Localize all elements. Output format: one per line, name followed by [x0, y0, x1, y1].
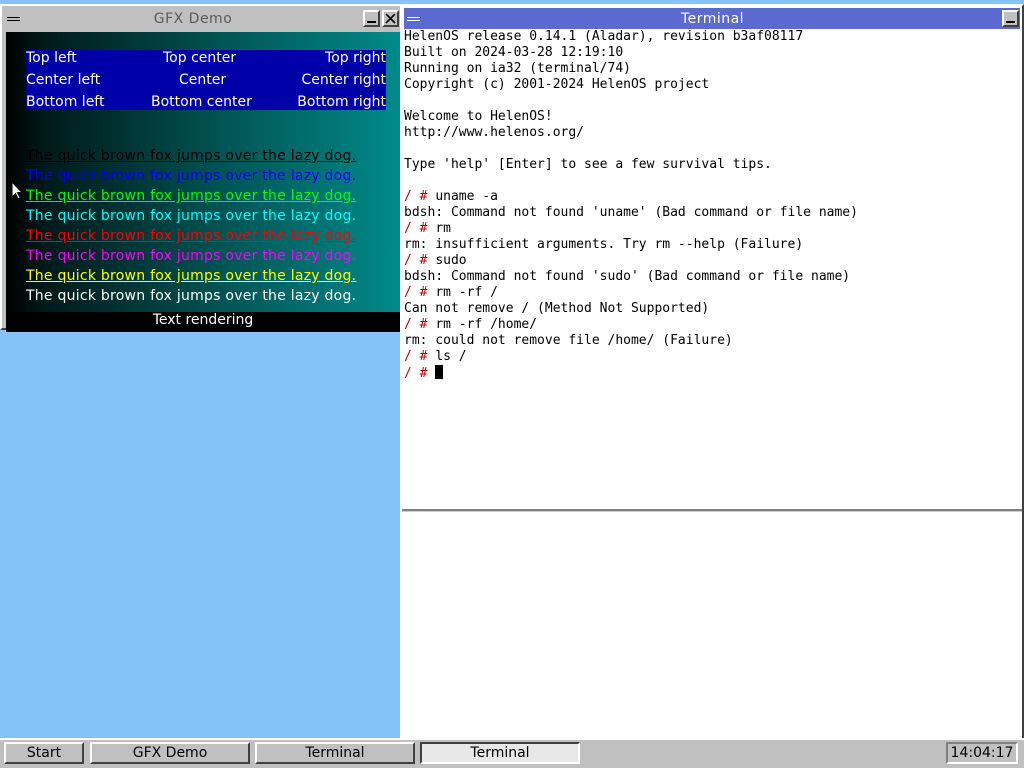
text-bottom-right: Bottom right	[297, 94, 386, 110]
output-text: rm: could not remove file /home/ (Failur…	[404, 333, 733, 348]
shell-prompt: / #	[404, 349, 436, 364]
text-center-left: Center left	[26, 72, 101, 88]
terminal-line: / # sudo	[404, 253, 1020, 269]
text-cursor	[435, 365, 444, 379]
output-text: Welcome to HelenOS!	[404, 109, 553, 124]
minimize-icon	[1006, 20, 1015, 23]
terminal-window[interactable]: Terminal HelenOS release 0.14.1 (Aladar)…	[400, 4, 1024, 740]
sample-text-line: The quick brown fox jumps over the lazy …	[26, 148, 357, 164]
command-text: rm -rf /home/	[435, 317, 538, 332]
gfx-canvas: Top left Top center Top right Center lef…	[6, 32, 400, 332]
terminal-line: Can not remove / (Method Not Supported)	[404, 301, 1020, 317]
shell-prompt: / #	[404, 189, 436, 204]
close-button[interactable]	[382, 10, 399, 27]
terminal-line: http://www.helenos.org/	[404, 125, 1020, 141]
sample-text-line: The quick brown fox jumps over the lazy …	[26, 228, 357, 244]
command-text: rm	[435, 221, 451, 236]
terminal-line: / # rm -rf /home/	[404, 317, 1020, 333]
text-bottom-center: Bottom center	[151, 94, 252, 110]
sample-text-line: The quick brown fox jumps over the lazy …	[26, 268, 357, 284]
alignment-demo-box: Top left Top center Top right Center lef…	[26, 50, 386, 110]
mouse-pointer-icon	[11, 181, 23, 200]
sample-text-line: The quick brown fox jumps over the lazy …	[26, 208, 357, 224]
sample-text-line: The quick brown fox jumps over the lazy …	[26, 168, 357, 184]
task-terminal-1[interactable]: Terminal	[255, 742, 415, 764]
sample-text-line: The quick brown fox jumps over the lazy …	[26, 248, 357, 264]
terminal-line: rm: insufficient arguments. Try rm --hel…	[404, 237, 1020, 253]
terminal-line: bdsh: Command not found 'uname' (Bad com…	[404, 205, 1020, 221]
terminal-line: bdsh: Command not found 'sudo' (Bad comm…	[404, 269, 1020, 285]
terminal-divider	[402, 509, 1022, 512]
text-bottom-left: Bottom left	[26, 94, 105, 110]
output-text: Built on 2024-03-28 12:19:10	[404, 45, 624, 60]
task-gfx-demo[interactable]: GFX Demo	[90, 742, 250, 764]
terminal-line: Built on 2024-03-28 12:19:10	[404, 45, 1020, 61]
gfx-window-title: GFX Demo	[153, 10, 233, 27]
output-text: http://www.helenos.org/	[404, 125, 585, 140]
output-text: Copyright (c) 2001-2024 HelenOS project	[404, 77, 710, 92]
terminal-line: Welcome to HelenOS!	[404, 109, 1020, 125]
window-menu-icon[interactable]	[407, 16, 420, 21]
shell-prompt: / #	[404, 285, 436, 300]
clock: 14:04:17	[946, 742, 1018, 764]
output-text: bdsh: Command not found 'sudo' (Bad comm…	[404, 269, 851, 284]
text-top-center: Top center	[163, 50, 237, 66]
close-icon	[385, 13, 396, 24]
terminal-output[interactable]: HelenOS release 0.14.1 (Aladar), revisio…	[404, 29, 1020, 511]
output-text: Type 'help' [Enter] to see a few surviva…	[404, 157, 772, 172]
text-top-right: Top right	[325, 50, 386, 66]
output-text: Running on ia32 (terminal/74)	[404, 61, 631, 76]
terminal-line: Type 'help' [Enter] to see a few surviva…	[404, 157, 1020, 173]
terminal-line: / # rm -rf /	[404, 285, 1020, 301]
text-center: Center	[179, 72, 227, 88]
terminal-titlebar[interactable]: Terminal	[404, 8, 1020, 29]
terminal-line: rm: could not remove file /home/ (Failur…	[404, 333, 1020, 349]
sample-text-line: The quick brown fox jumps over the lazy …	[26, 188, 357, 204]
output-text: bdsh: Command not found 'uname' (Bad com…	[404, 205, 858, 220]
terminal-line	[404, 141, 1020, 157]
command-text: ls /	[435, 349, 467, 364]
shell-prompt: / #	[404, 253, 436, 268]
terminal-line: HelenOS release 0.14.1 (Aladar), revisio…	[404, 29, 1020, 45]
shell-prompt: / #	[404, 366, 436, 381]
terminal-line: / #	[404, 365, 1020, 382]
terminal-line: / # uname -a	[404, 189, 1020, 205]
shell-prompt: / #	[404, 317, 436, 332]
text-center-right: Center right	[301, 72, 386, 88]
minimize-button[interactable]	[363, 10, 380, 27]
task-terminal-2[interactable]: Terminal	[420, 742, 580, 764]
window-menu-icon[interactable]	[7, 16, 20, 21]
command-text: sudo	[435, 253, 467, 268]
command-text: rm -rf /	[435, 285, 498, 300]
text-top-left: Top left	[26, 50, 77, 66]
command-text: uname -a	[435, 189, 498, 204]
start-button[interactable]: Start	[4, 742, 84, 764]
output-text: rm: insufficient arguments. Try rm --hel…	[404, 237, 804, 252]
terminal-line: Copyright (c) 2001-2024 HelenOS project	[404, 77, 1020, 93]
minimize-icon	[367, 20, 376, 23]
terminal-line: / # ls /	[404, 349, 1020, 365]
terminal-line: Running on ia32 (terminal/74)	[404, 61, 1020, 77]
shell-prompt: / #	[404, 221, 436, 236]
terminal-window-title: Terminal	[680, 10, 745, 27]
demo-caption: Text rendering	[6, 312, 400, 332]
terminal-line	[404, 173, 1020, 189]
terminal-line: / # rm	[404, 221, 1020, 237]
terminal-line	[404, 93, 1020, 109]
output-text: HelenOS release 0.14.1 (Aladar), revisio…	[404, 29, 804, 44]
sample-text-line: The quick brown fox jumps over the lazy …	[26, 288, 357, 304]
taskbar: Start GFX Demo Terminal Terminal 14:04:1…	[0, 738, 1024, 768]
gfx-titlebar[interactable]: GFX Demo	[4, 8, 400, 29]
minimize-button[interactable]	[1002, 10, 1019, 27]
output-text: Can not remove / (Method Not Supported)	[404, 301, 710, 316]
gfx-demo-window[interactable]: GFX Demo Top left Top center Top right C…	[0, 4, 404, 332]
